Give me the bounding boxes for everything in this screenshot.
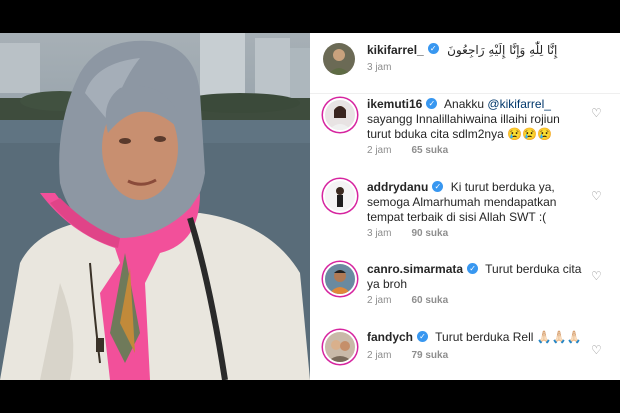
- verified-badge-icon: ✓: [417, 331, 429, 343]
- comment-text-part: sayangg Innalillahiwaina illaihi rojiun …: [367, 112, 560, 141]
- post-photo[interactable]: [0, 33, 310, 380]
- comment-meta: 3 jam 90 suka: [367, 228, 468, 239]
- comment-username[interactable]: canro.simarmata: [367, 262, 463, 276]
- comment-text: Turut berduka Rell 🙏🏻🙏🏻🙏🏻: [435, 330, 582, 344]
- comment-likes[interactable]: 79 suka: [411, 350, 448, 361]
- comment-likes[interactable]: 90 suka: [411, 228, 448, 239]
- avatar[interactable]: [323, 330, 357, 364]
- comments-panel: kikifarrel_ ✓ إِنَّا لِلّٰهِ وَإِنَّا إِل…: [310, 33, 620, 380]
- comment-meta: 2 jam 60 suka: [367, 295, 468, 306]
- post-caption: إِنَّا لِلّٰهِ وَإِنَّا إِلَيْهِ رَاجِعُ…: [447, 43, 558, 57]
- verified-badge-icon: ✓: [432, 181, 444, 193]
- post-meta: 3 jam: [367, 62, 411, 73]
- verified-badge-icon: ✓: [426, 98, 438, 110]
- heart-outline-icon[interactable]: ♡: [591, 344, 603, 356]
- avatar[interactable]: [323, 179, 357, 213]
- mention-link[interactable]: @kikifarrel_: [487, 97, 551, 111]
- heart-outline-icon[interactable]: ♡: [591, 107, 603, 119]
- post-username[interactable]: kikifarrel_: [367, 43, 424, 57]
- avatar[interactable]: [323, 43, 355, 75]
- comment-likes[interactable]: 60 suka: [411, 295, 448, 306]
- comment-time[interactable]: 2 jam: [367, 295, 391, 306]
- avatar[interactable]: [323, 262, 357, 296]
- comment-item: addrydanu ✓ Ki turut berduka ya, semoga A…: [310, 176, 620, 251]
- comment-item: ikemuti16 ✓ Anakku @kikifarrel_ sayangg I…: [310, 93, 620, 168]
- comment-text-part: Anakku: [444, 97, 488, 111]
- comment-meta: 2 jam 79 suka: [367, 350, 468, 361]
- post-time[interactable]: 3 jam: [367, 62, 391, 73]
- comment-username[interactable]: addrydanu: [367, 180, 428, 194]
- post-caption-row: kikifarrel_ ✓ إِنَّا لِلّٰهِ وَإِنَّا إِل…: [310, 33, 620, 94]
- comment-time[interactable]: 3 jam: [367, 228, 391, 239]
- comment-likes[interactable]: 65 suka: [411, 145, 448, 156]
- comment-meta: 2 jam 65 suka: [367, 145, 468, 156]
- comment-item: canro.simarmata ✓ Turut berduka cita ya b…: [310, 258, 620, 318]
- comment-item: fandych ✓ Turut berduka Rell 🙏🏻🙏🏻🙏🏻 2 jam…: [310, 326, 620, 380]
- instagram-post-view: kikifarrel_ ✓ إِنَّا لِلّٰهِ وَإِنَّا إِل…: [0, 33, 620, 380]
- woman-portrait-image: [0, 33, 310, 380]
- comment-username[interactable]: fandych: [367, 330, 413, 344]
- heart-outline-icon[interactable]: ♡: [591, 270, 603, 282]
- comment-time[interactable]: 2 jam: [367, 350, 391, 361]
- heart-outline-icon[interactable]: ♡: [591, 190, 603, 202]
- avatar[interactable]: [323, 98, 357, 132]
- comment-username[interactable]: ikemuti16: [367, 97, 422, 111]
- verified-badge-icon: ✓: [427, 43, 439, 55]
- verified-badge-icon: ✓: [467, 263, 479, 275]
- comment-time[interactable]: 2 jam: [367, 145, 391, 156]
